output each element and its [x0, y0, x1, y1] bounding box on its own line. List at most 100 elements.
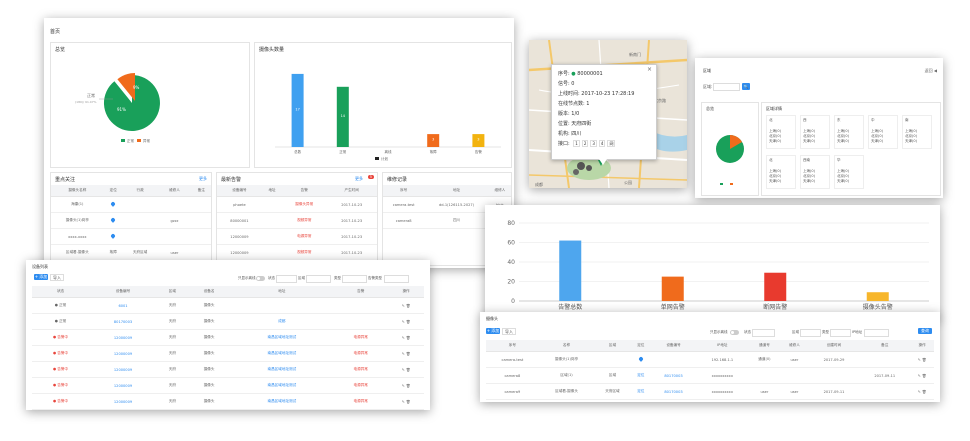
- legend-label: 计划: [381, 156, 389, 161]
- location-pin-icon[interactable]: [637, 356, 644, 362]
- region-search-button[interactable]: 🔍: [742, 83, 750, 90]
- alarm-bar-3: [866, 292, 889, 301]
- table-cell: 12000009: [89, 361, 157, 378]
- overview-panel: 总览 91% 9% 正常 (180)/ 91.07% 正常 异常: [50, 42, 250, 168]
- popup-line-nodes: 在线节点数: 1: [558, 101, 590, 107]
- location-pin-icon[interactable]: [110, 201, 117, 207]
- table-row[interactable]: camera8 区域(1) 区域 定位 80170003 xxxxxxxxxx 2017-0…: [486, 367, 934, 384]
- table-cell: ✎ 🗑: [388, 409, 424, 410]
- camera-import-tab[interactable]: 导入: [502, 328, 516, 335]
- add-camera-button[interactable]: + 添加: [486, 328, 500, 334]
- focus-more-link[interactable]: 更多: [199, 176, 207, 182]
- filter-status-input[interactable]: [276, 275, 297, 283]
- region-card[interactable]: 西南 上海(0) 北京(0) 天津(0): [800, 155, 830, 189]
- region-back-link[interactable]: 返回 ◀: [925, 68, 937, 74]
- filter-type-input[interactable]: [342, 275, 367, 283]
- table-cell: user: [780, 383, 809, 400]
- table-cell: 电源异常: [333, 361, 389, 378]
- region-card-name: 华: [837, 158, 841, 162]
- table-row[interactable]: 12000009 电源异常2017-10-23: [217, 228, 377, 245]
- camera-show-offline-toggle[interactable]: [730, 330, 739, 335]
- popup-line-version: 版本: 1/0: [558, 111, 580, 117]
- map-label-0: 新南门: [629, 51, 641, 57]
- table-cell: dd-1(126115-2027): [424, 196, 489, 213]
- table-cell: 2017-10-23: [326, 212, 377, 229]
- camera-search-button[interactable]: 查询: [918, 328, 932, 334]
- add-device-button[interactable]: + 添加: [34, 274, 48, 280]
- table-row[interactable]: ● 正常 6001 天府 摄像头 ✎ 🗑: [32, 297, 424, 314]
- table-cell: 定位: [630, 383, 651, 400]
- table-cell: [191, 228, 211, 245]
- table-cell: 12000009: [89, 377, 157, 394]
- repair-title: 维修记录: [387, 177, 408, 183]
- table-row[interactable]: 12000009 视频异常 2017-10-23: [217, 244, 377, 261]
- region-card[interactable]: 西上海(0) 北京(0) 天津(0): [800, 115, 830, 149]
- camera-filter-region-input[interactable]: [800, 329, 821, 337]
- table-row[interactable]: ● 告警中12000009天府摄像头南昌区域地址测试电源异常✎ 🗑: [32, 329, 424, 346]
- table-row[interactable]: ● 告警中12000009天府摄像头南昌区域地址测试电源异常✎ 🗑: [32, 409, 424, 410]
- table-row[interactable]: ● 正常 80170003 天府 摄像头 成都 ✎ 🗑: [32, 313, 424, 330]
- table-cell: 四川: [424, 212, 489, 229]
- table-cell: 电源异常: [333, 409, 389, 410]
- location-pin-icon[interactable]: [110, 217, 117, 223]
- table-cell: ● 告警中: [32, 409, 90, 410]
- table-cell: 电源异常: [333, 329, 389, 346]
- column-header: 产生时间: [326, 185, 377, 197]
- table-cell: camera-test: [383, 196, 425, 213]
- column-header: 行政: [122, 185, 158, 197]
- column-header: 备注: [859, 340, 911, 352]
- table-row[interactable]: 区域看-摄像头 故障 天府区域 user: [51, 244, 211, 261]
- table-cell: ✎ 🗑: [910, 367, 934, 384]
- camera-filter-type-input[interactable]: [830, 329, 851, 337]
- location-pin-icon[interactable]: [110, 233, 117, 239]
- table-cell: 南昌区域地址测试: [230, 345, 334, 362]
- table-row[interactable]: ● 告警中12000009天府摄像头南昌区域地址测试电源异常✎ 🗑: [32, 377, 424, 394]
- popup-close-icon[interactable]: ×: [647, 65, 652, 75]
- region-card[interactable]: 东上海(0) 北京(0) 天津(0): [834, 115, 864, 149]
- table-cell: ✎ 🗑: [388, 345, 424, 362]
- region-card[interactable]: 北上海(0) 北京(0) 天津(0): [766, 155, 796, 189]
- table-row[interactable]: 海康(1): [51, 196, 211, 213]
- device-table: 状态 设备编号 区域 设备名 地址 告警 操作 ● 正常 6001 天府 摄像头 ✎ 🗑 ● 正常 80…: [32, 286, 424, 410]
- region-card[interactable]: 南上海(0) 北京(0) 天津(0): [902, 115, 932, 149]
- region-card[interactable]: 华上海(0) 北京(0) 天津(0): [834, 155, 864, 189]
- legend-swatch: [375, 157, 379, 160]
- filter-region-input[interactable]: [306, 275, 331, 283]
- y-tick-label: 20: [507, 279, 515, 286]
- pie-center-label: 正常: [87, 92, 95, 98]
- pie-center-sub: (180)/ 91.07%: [75, 100, 97, 104]
- table-cell: [261, 244, 283, 261]
- pie-legend-normal: 正常: [127, 138, 134, 143]
- table-row[interactable]: ● 告警中12000009天府摄像头南昌区域地址测试电源异常✎ 🗑: [32, 361, 424, 378]
- column-header: IP地址: [696, 340, 749, 352]
- table-cell: 定位: [630, 367, 651, 384]
- region-card[interactable]: 中上海(0) 北京(0) 天津(0): [868, 115, 898, 149]
- table-cell: [122, 196, 158, 213]
- region-title: 区域: [703, 68, 711, 73]
- table-row[interactable]: camera-test 摄像头(1)岗亭 192.168.1.1 通道(0) user 2…: [486, 351, 934, 368]
- region-card[interactable]: 北上海(0) 北京(0) 天津(0): [766, 115, 796, 149]
- table-row[interactable]: camera9 区域看-摄像头 天府区域 定位 80170003 xxxxxxxxxx us…: [486, 383, 934, 400]
- table-row[interactable]: ● 告警中12000009天府摄像头南昌区域地址测试电源异常✎ 🗑: [32, 345, 424, 362]
- camera-filter-ip-label: IP地址: [852, 330, 863, 334]
- table-row[interactable]: phoete 摄像头异常 2017-10-23: [217, 196, 377, 213]
- table-cell: 12000009: [89, 329, 157, 346]
- region-card-line: 天津(0): [803, 179, 815, 183]
- table-row[interactable]: 80000001 视频异常 2017-10-23: [217, 212, 377, 229]
- port-indicator: 网: [607, 140, 616, 147]
- table-row[interactable]: ● 告警中12000009天府摄像头南昌区域地址测试电源异常✎ 🗑: [32, 393, 424, 410]
- region-search-input[interactable]: [713, 83, 740, 91]
- latest-alarm-more-link[interactable]: 更多: [355, 176, 363, 182]
- table-row[interactable]: 摄像头(1)岗亭 gzzz: [51, 212, 211, 229]
- show-offline-toggle[interactable]: [256, 276, 265, 281]
- table-cell: 摄像头: [187, 393, 231, 410]
- popup-line-online: 上线时间: 2017-10-23 17:28:19: [558, 91, 635, 97]
- camera-filter-status-input[interactable]: [752, 329, 775, 337]
- camera-filter-ip-input[interactable]: [864, 329, 889, 337]
- region-detail-panel: 区域详情 北上海(0) 北京(0) 天津(0) 西上海(0) 北京(0) 天津(0) 东上海…: [761, 102, 941, 196]
- x-tick-label: 告警总数: [558, 303, 582, 311]
- table-cell: 通道(0): [748, 351, 781, 368]
- table-row[interactable]: xxxx-xxxx: [51, 228, 211, 245]
- filter-alarm-input[interactable]: [384, 275, 409, 283]
- import-tab[interactable]: 导入: [50, 274, 64, 281]
